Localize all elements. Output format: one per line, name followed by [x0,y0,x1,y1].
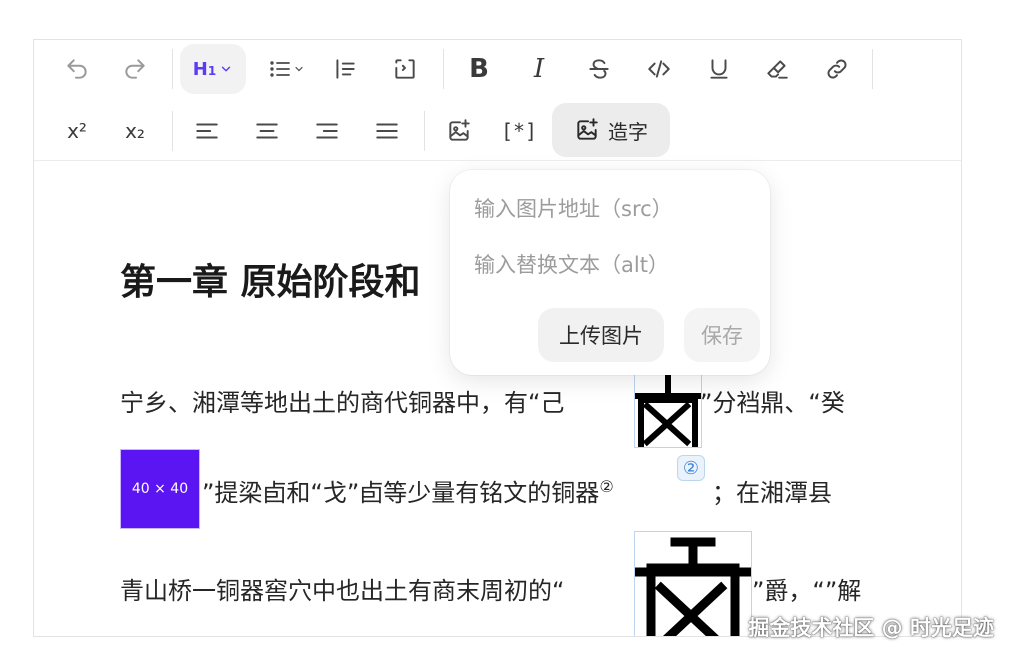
bullet-list-icon [270,61,290,77]
footnote-button[interactable]: [*] [494,106,544,156]
image-alt-input[interactable] [472,246,756,284]
custom-glyph-image[interactable] [634,531,752,636]
align-center-icon [256,123,278,139]
ordered-list-button[interactable] [320,44,370,94]
code-icon [648,60,670,78]
undo-icon [67,59,87,79]
paragraph-line-2a: ”提梁卣和“戈”卣等少量有铭文的铜器② [202,473,614,508]
bullet-list-button[interactable] [258,44,314,94]
bold-label: B [469,54,489,84]
highlight-button[interactable] [752,44,802,94]
strikethrough-button[interactable] [574,44,624,94]
superscript-button[interactable]: x² [52,106,102,156]
editor-toolbar: H1 B I x² x₂ [*] 造字 [34,40,961,161]
italic-button[interactable]: I [514,44,564,94]
heading-label: H1 [192,58,217,80]
paragraph-line-2b: ；在湘潭县 [712,479,832,507]
toolbar-separator [172,111,173,151]
align-left-button[interactable] [182,106,232,156]
placeholder-image[interactable]: 40 × 40 [120,449,200,529]
toolbar-separator [424,111,425,151]
image-add-icon [449,119,470,141]
code-block-icon [395,59,415,79]
align-center-button[interactable] [242,106,292,156]
subscript-label: x₂ [125,119,145,143]
redo-button[interactable] [110,44,160,94]
italic-label: I [533,54,545,84]
ordered-list-icon [336,59,355,79]
create-character-button[interactable]: 造字 [552,103,670,157]
watermark: 掘金技术社区 @ 时光足迹 [748,616,994,640]
paragraph-line-2a-text: ”提梁卣和“戈”卣等少量有铭文的铜器 [202,479,600,507]
paragraph-line-1a: 宁乡、湘潭等地出土的商代铜器中，有“己 [120,389,565,417]
bold-button[interactable]: B [454,44,504,94]
align-left-icon [196,123,218,139]
placeholder-image-label: 40 × 40 [131,481,189,497]
link-icon [827,59,847,79]
custom-glyph-image[interactable] [632,371,704,448]
highlighter-icon [767,60,788,79]
toolbar-separator [872,49,873,89]
superscript-label: x² [67,119,87,143]
align-justify-button[interactable] [362,106,412,156]
toolbar-separator [443,49,444,89]
paragraph-line-3b: ”爵，“”解 [752,577,862,605]
toolbar-separator [172,49,173,89]
image-src-input[interactable] [472,190,756,228]
align-justify-icon [376,123,398,139]
footnote-label: [*] [500,119,538,143]
code-block-button[interactable] [380,44,430,94]
heading-select[interactable]: H1 [180,44,246,94]
chapter-heading: 第一章 原始阶段和 [120,262,421,303]
strikethrough-icon [589,59,609,79]
footnote-marker: ② [599,477,614,496]
glyph-image [632,375,704,447]
align-right-button[interactable] [302,106,352,156]
underline-icon [710,59,728,79]
image-insert-popover: 上传图片 保存 [450,170,770,375]
redo-icon [125,59,145,79]
footnote-badge[interactable]: ② [677,455,705,481]
insert-image-button[interactable] [434,106,484,156]
code-button[interactable] [634,44,684,94]
paragraph-line-1b: ”分裆鼎、“癸 [700,389,845,417]
align-right-icon [316,123,338,139]
undo-button[interactable] [52,44,102,94]
paragraph-line-3a: 青山桥一铜器窖穴中也出土有商末周初的“ [120,577,565,605]
subscript-button[interactable]: x₂ [110,106,160,156]
chevron-down-icon [295,66,303,72]
upload-image-button[interactable]: 上传图片 [538,308,664,362]
save-button[interactable]: 保存 [684,308,760,362]
glyph-image [634,537,752,636]
link-button[interactable] [812,44,862,94]
underline-button[interactable] [694,44,744,94]
chevron-down-icon [222,66,231,72]
image-add-icon [577,118,598,140]
create-character-label: 造字 [608,119,648,144]
